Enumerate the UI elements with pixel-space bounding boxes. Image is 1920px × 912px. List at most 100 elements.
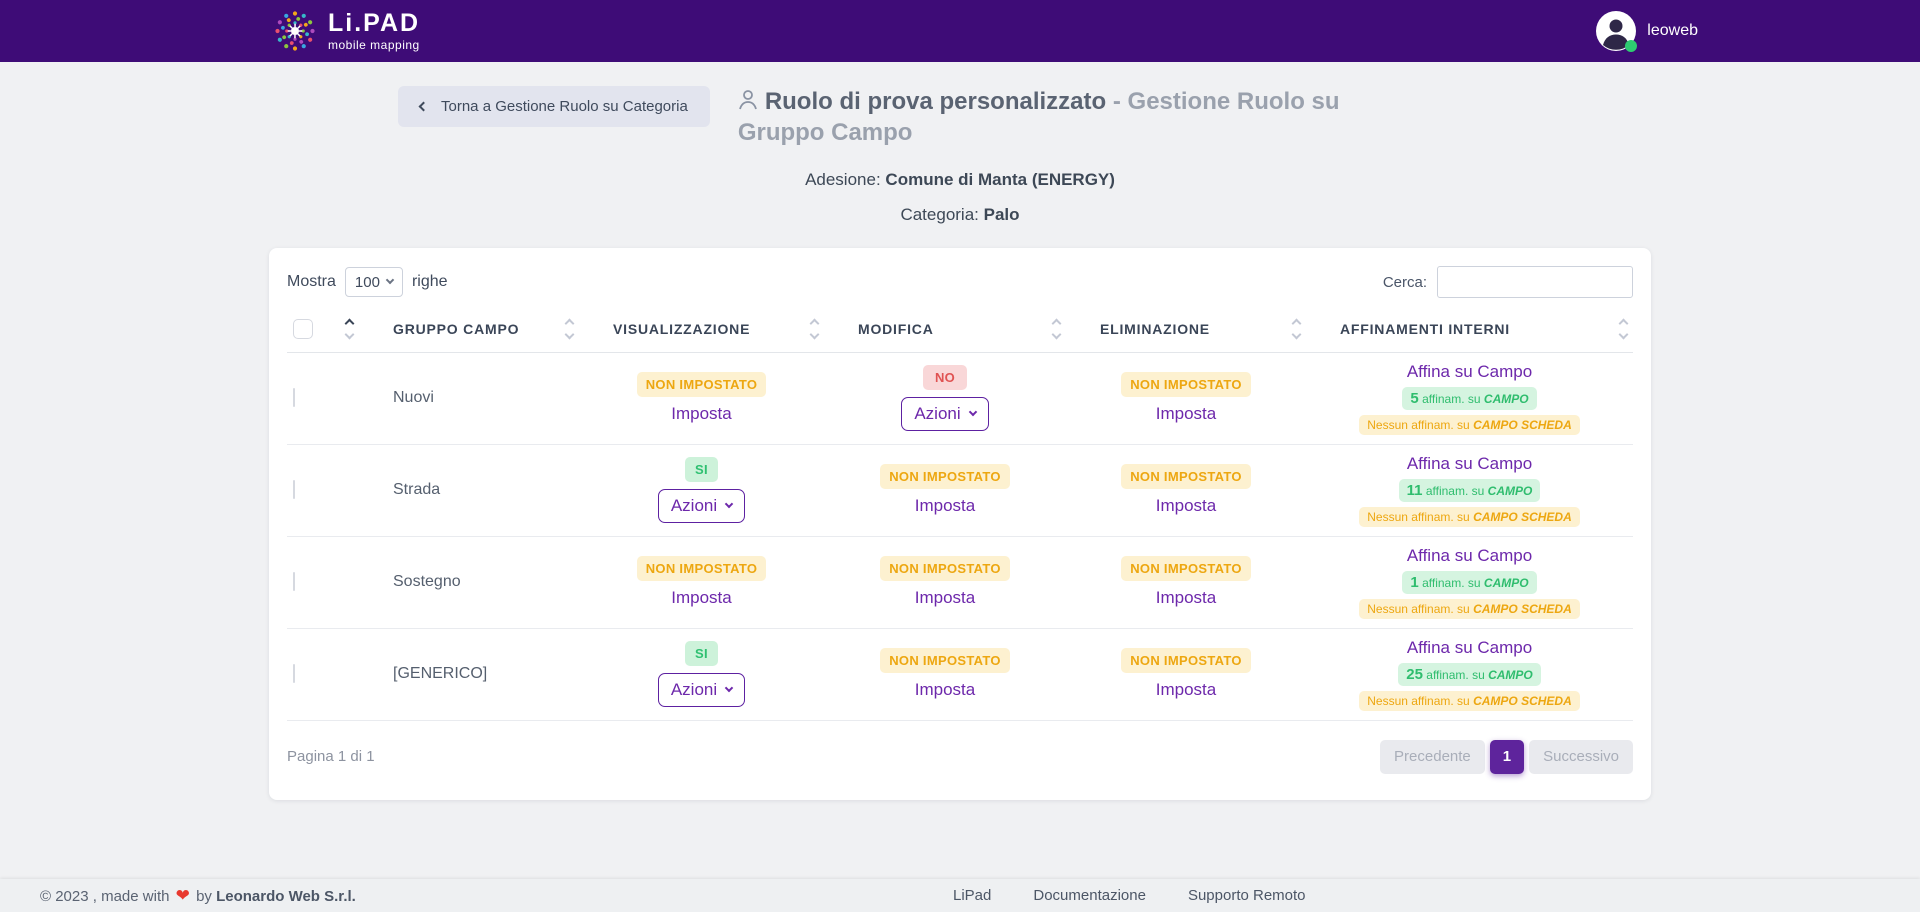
cell-affinamenti: Affina su Campo 11 affinam. su CAMPO Nes… [1306,444,1633,536]
sort-control[interactable] [811,320,824,338]
footer-links: LiPad Documentazione Supporto Remoto [953,887,1306,904]
chevron-left-icon [419,102,429,112]
campo-count-badge: 25 affinam. su CAMPO [1398,663,1541,686]
sort-control[interactable] [1620,320,1633,338]
cell-eliminazione: NON IMPOSTATO Imposta [1066,536,1306,628]
page-title: Ruolo di prova personalizzato - Gestione… [738,86,1418,148]
status-badge: NON IMPOSTATO [637,372,767,397]
cell-affinamenti: Affina su Campo 5 affinam. su CAMPO Ness… [1306,352,1633,444]
status-badge: NON IMPOSTATO [1121,648,1251,673]
categoria-label: Categoria: [900,205,978,224]
col-gruppo-campo[interactable]: GRUPPO CAMPO [359,306,579,352]
status-badge: NON IMPOSTATO [1121,556,1251,581]
imposta-link[interactable]: Imposta [671,588,731,608]
sort-asc-icon [810,319,820,329]
imposta-link[interactable]: Imposta [671,404,731,424]
chevron-down-icon [386,276,394,284]
affina-su-campo-link[interactable]: Affina su Campo [1407,546,1532,566]
table-row: [GENERICO] SI Azioni NON IMPOSTATO [287,628,1633,720]
cell-eliminazione: NON IMPOSTATO Imposta [1066,444,1306,536]
back-button[interactable]: Torna a Gestione Ruolo su Categoria [398,86,710,127]
azioni-dropdown[interactable]: Azioni [658,489,745,523]
status-badge: SI [685,457,718,482]
back-button-label: Torna a Gestione Ruolo su Categoria [441,98,688,115]
search-input[interactable] [1437,266,1633,298]
rows-per-page-value: 100 [355,274,380,291]
row-checkbox[interactable] [293,572,295,591]
footer-link-documentazione[interactable]: Documentazione [1033,887,1146,904]
status-badge: NON IMPOSTATO [637,556,767,581]
col-visualizzazione[interactable]: VISUALIZZAZIONE [579,306,824,352]
adesione-value: Comune di Manta (ENERGY) [885,170,1115,189]
permissions-table: GRUPPO CAMPO VISUALIZZAZIONE MODIFICA [287,306,1633,721]
sort-desc-icon [1052,330,1062,340]
top-navbar: Li.PAD mobile mapping leoweb [0,0,1920,62]
cell-visualizzazione: NON IMPOSTATO Imposta [579,536,824,628]
sort-desc-icon [1292,330,1302,340]
campo-count-badge: 5 affinam. su CAMPO [1402,387,1536,410]
sort-control[interactable] [1053,320,1066,338]
categoria-line: Categoria: Palo [0,205,1920,225]
previous-page-button[interactable]: Precedente [1380,740,1485,774]
current-page-button[interactable]: 1 [1490,740,1524,774]
footer-link-lipad[interactable]: LiPad [953,887,991,904]
table-row: Sostegno NON IMPOSTATO Imposta NON IMPOS… [287,536,1633,628]
sort-desc-icon [1619,330,1629,340]
user-menu[interactable]: leoweb [1596,11,1698,51]
show-label: Mostra [287,273,336,291]
footer-link-supporto-remoto[interactable]: Supporto Remoto [1188,887,1306,904]
next-page-button[interactable]: Successivo [1529,740,1633,774]
sort-asc-icon [1052,319,1062,329]
sort-desc-icon [345,330,355,340]
heart-icon: ❤ [176,886,190,905]
rows-per-page-control: Mostra 100 righe [287,267,448,297]
gruppo-campo-name: Nuovi [359,352,579,444]
col-affinamenti-interni[interactable]: AFFINAMENTI INTERNI [1306,306,1633,352]
imposta-link[interactable]: Imposta [1156,404,1216,424]
imposta-link[interactable]: Imposta [1156,496,1216,516]
col-modifica[interactable]: MODIFICA [824,306,1066,352]
imposta-link[interactable]: Imposta [915,588,975,608]
affina-su-campo-link[interactable]: Affina su Campo [1407,362,1532,382]
sort-control[interactable] [566,320,579,338]
role-name: Ruolo di prova personalizzato [765,88,1106,115]
imposta-link[interactable]: Imposta [915,680,975,700]
cell-visualizzazione: SI Azioni [579,444,824,536]
imposta-link[interactable]: Imposta [1156,680,1216,700]
cell-visualizzazione: SI Azioni [579,628,824,720]
rows-per-page-select[interactable]: 100 [345,267,403,297]
cell-visualizzazione: NON IMPOSTATO Imposta [579,352,824,444]
gruppo-campo-name: [GENERICO] [359,628,579,720]
row-checkbox[interactable] [293,664,295,683]
affina-su-campo-link[interactable]: Affina su Campo [1407,454,1532,474]
chevron-down-icon [725,684,733,692]
affina-su-campo-link[interactable]: Affina su Campo [1407,638,1532,658]
sort-asc-icon [565,319,575,329]
azioni-label: Azioni [671,680,717,700]
adesione-label: Adesione: [805,170,881,189]
imposta-link[interactable]: Imposta [915,496,975,516]
sort-control-select[interactable] [346,320,359,338]
lipad-logo[interactable]: Li.PAD mobile mapping [272,8,420,54]
campo-scheda-badge: Nessun affinam. su CAMPO SCHEDA [1359,507,1580,527]
row-checkbox[interactable] [293,388,295,407]
cell-modifica: NO Azioni [824,352,1066,444]
azioni-label: Azioni [914,404,960,424]
status-badge: NON IMPOSTATO [1121,464,1251,489]
campo-scheda-badge: Nessun affinam. su CAMPO SCHEDA [1359,415,1580,435]
campo-count-badge: 1 affinam. su CAMPO [1402,571,1536,594]
sort-control[interactable] [1293,320,1306,338]
azioni-dropdown[interactable]: Azioni [901,397,988,431]
adesione-line: Adesione: Comune di Manta (ENERGY) [0,170,1920,190]
page-footer: © 2023 , made with ❤ by Leonardo Web S.r… [0,879,1920,912]
row-checkbox[interactable] [293,480,295,499]
campo-scheda-badge: Nessun affinam. su CAMPO SCHEDA [1359,691,1580,711]
status-badge: NO [923,365,967,390]
col-eliminazione[interactable]: ELIMINAZIONE [1066,306,1306,352]
select-all-checkbox[interactable] [293,319,313,339]
logo-text: Li.PAD mobile mapping [328,11,420,52]
rows-label: righe [412,273,448,291]
sort-asc-icon [1619,319,1629,329]
azioni-dropdown[interactable]: Azioni [658,673,745,707]
imposta-link[interactable]: Imposta [1156,588,1216,608]
